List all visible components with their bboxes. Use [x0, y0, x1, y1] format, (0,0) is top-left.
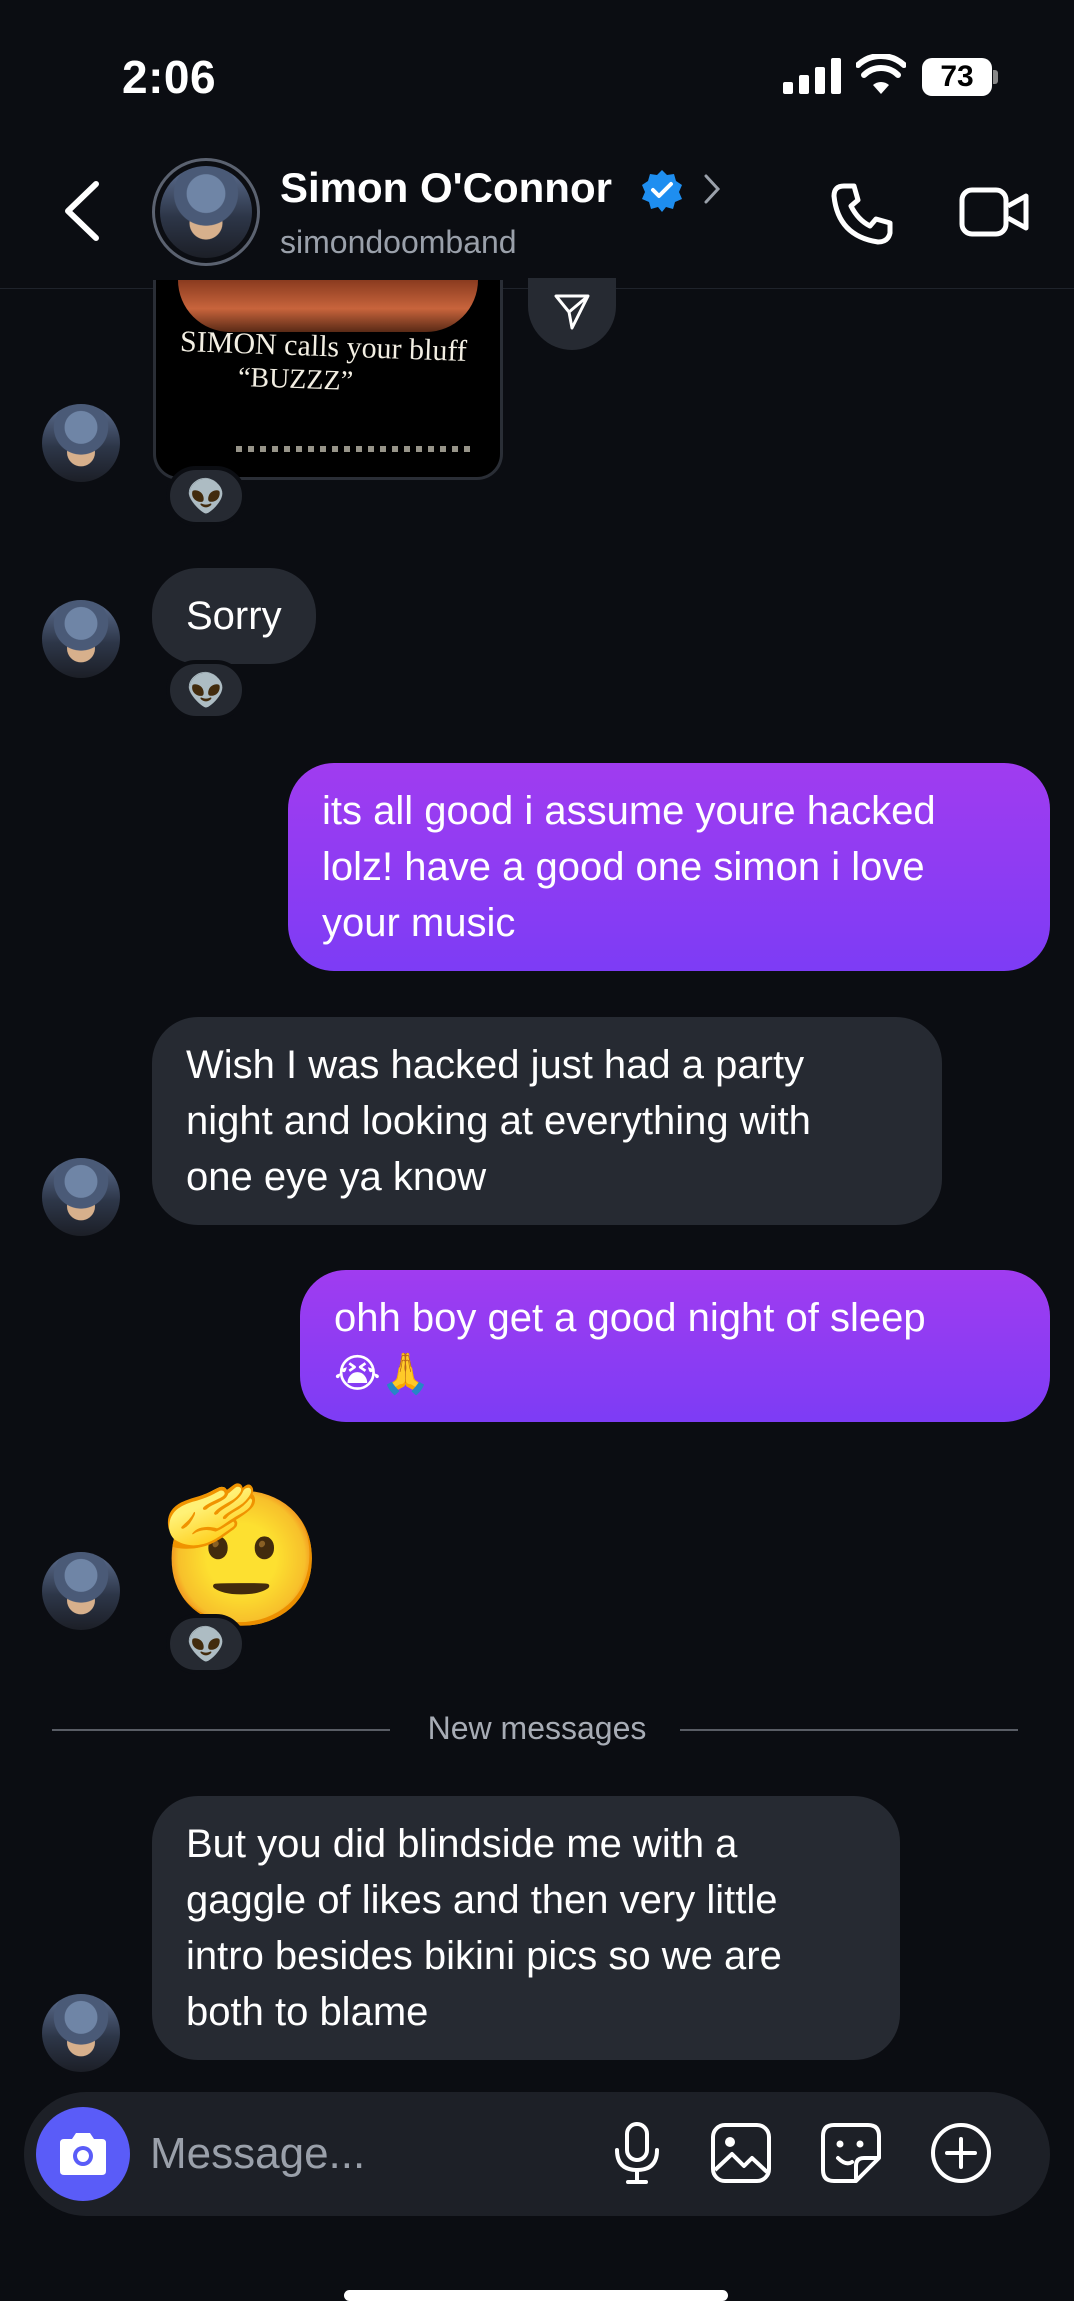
new-messages-divider-left — [52, 1729, 390, 1731]
contact-avatar-small[interactable] — [42, 1994, 120, 2072]
message-text: ohh boy get a good night of sleep — [334, 1296, 926, 1340]
emoji-message[interactable]: 🫡 — [160, 1486, 324, 1626]
microphone-icon[interactable] — [604, 2120, 670, 2186]
message-bubble-incoming[interactable]: Wish I was hacked just had a party night… — [152, 1017, 942, 1225]
video-camera-icon[interactable] — [958, 184, 1030, 240]
add-icon[interactable] — [928, 2120, 994, 2186]
message-text: gaggle of likes and then very little — [186, 1878, 778, 1922]
contact-avatar-small[interactable] — [42, 1158, 120, 1236]
contact-name[interactable]: Simon O'Connor — [280, 164, 612, 212]
message-text: night and looking at everything with — [186, 1099, 811, 1143]
message-reaction[interactable]: 👽 — [166, 466, 246, 526]
message-bubble-outgoing[interactable]: its all good i assume youre hacked lolz!… — [288, 763, 1050, 971]
back-arrow-icon[interactable] — [60, 178, 104, 244]
message-reaction[interactable]: 👽 — [166, 1614, 246, 1674]
contact-handle: simondoomband — [280, 224, 517, 260]
shared-photo[interactable]: SIMON calls your bluff “BUZZZ” — [153, 280, 503, 480]
send-icon — [554, 294, 590, 330]
message-reaction[interactable]: 👽 — [166, 660, 246, 720]
battery-icon: 73 — [922, 58, 998, 96]
battery-level: 73 — [922, 58, 992, 96]
new-messages-divider-right — [680, 1729, 1018, 1731]
contact-avatar-small[interactable] — [42, 600, 120, 678]
message-text: one eye ya know — [186, 1155, 487, 1199]
photo-caption-line2: “BUZZZ” — [237, 362, 354, 397]
chevron-right-icon[interactable] — [702, 172, 722, 206]
wifi-icon — [856, 54, 906, 94]
message-text: its all good i assume youre hacked — [322, 789, 936, 833]
contact-avatar-small[interactable] — [42, 1552, 120, 1630]
message-text: lolz! have a good one simon i love — [322, 845, 925, 889]
phone-icon[interactable] — [830, 180, 894, 246]
status-time: 2:06 — [122, 51, 217, 103]
message-text: Wish I was hacked just had a party — [186, 1043, 805, 1087]
message-text: Sorry — [186, 594, 282, 638]
camera-button[interactable] — [36, 2107, 130, 2201]
message-input[interactable] — [150, 2120, 590, 2188]
contact-avatar[interactable] — [152, 158, 260, 266]
message-bubble-outgoing[interactable]: ohh boy get a good night of sleep 😭🙏 — [300, 1270, 1050, 1422]
contact-avatar-small[interactable] — [42, 404, 120, 482]
message-bubble-incoming[interactable]: Sorry — [152, 568, 316, 664]
message-text: your music — [322, 901, 516, 945]
message-text: both to blame — [186, 1990, 429, 2034]
message-text: But you did blindside me with a — [186, 1822, 738, 1866]
home-indicator — [344, 2290, 728, 2301]
sticker-icon[interactable] — [818, 2120, 884, 2186]
message-text: intro besides bikini pics so we are — [186, 1934, 782, 1978]
camera-icon — [60, 2133, 106, 2175]
new-messages-label: New messages — [427, 1710, 647, 1746]
share-button[interactable] — [528, 278, 616, 350]
cellular-signal-icon — [783, 58, 841, 94]
message-emoji: 😭🙏 — [334, 1352, 431, 1396]
verified-badge-icon — [642, 170, 682, 212]
gallery-icon[interactable] — [708, 2120, 774, 2186]
message-bubble-incoming[interactable]: But you did blindside me with a gaggle o… — [152, 1796, 900, 2060]
